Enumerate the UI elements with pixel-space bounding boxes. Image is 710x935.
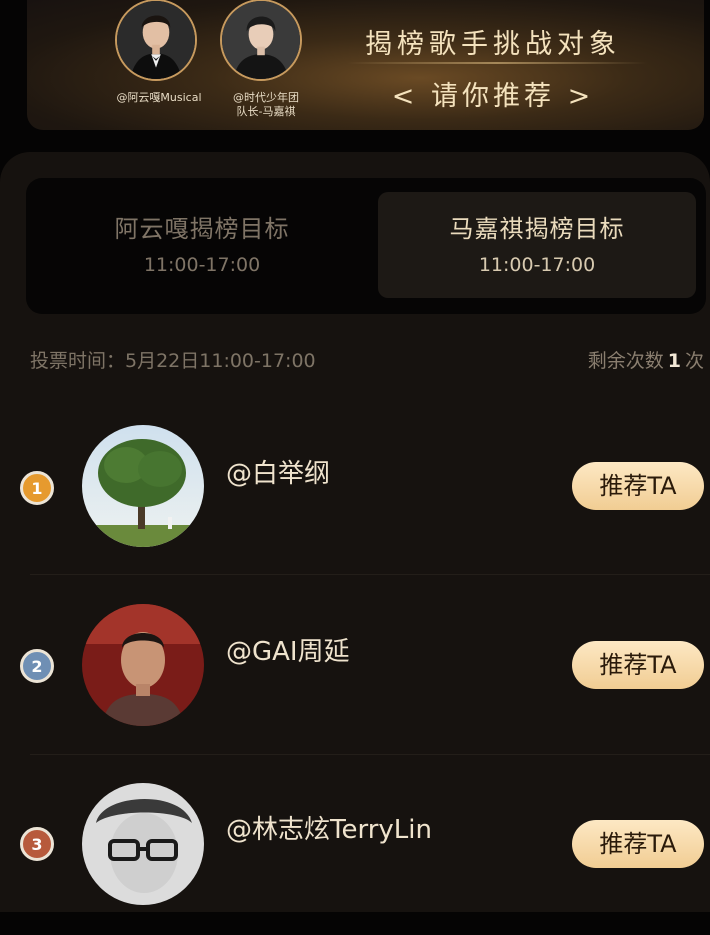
banner-title: 揭榜歌手挑战对象 [365, 29, 621, 60]
tab-time: 11:00-17:00 [143, 254, 261, 276]
recommend-button[interactable]: 推荐TA [572, 462, 704, 510]
tab-title: 马嘉祺揭榜目标 [449, 215, 625, 243]
vote-time-text: 投票时间：5月22日11:00-17:00 [30, 350, 316, 372]
tab-time: 11:00-17:00 [478, 254, 596, 276]
tab-title: 阿云嘎揭榜目标 [114, 215, 290, 243]
tab-majiaqi-target[interactable]: 马嘉祺揭榜目标 11:00-17:00 [378, 192, 696, 298]
avatar[interactable] [82, 783, 204, 905]
recommend-button[interactable]: 推荐TA [572, 820, 704, 868]
remaining-count: 1 [667, 350, 681, 372]
rank-badge: 3 [20, 827, 54, 861]
remaining-label: 剩余次数 [587, 350, 664, 372]
singer-name: @GAI周延 [226, 637, 350, 667]
star-avatar-majiaqi[interactable] [220, 0, 302, 81]
singer-name: @白举纲 [226, 459, 331, 489]
star-caption-majiaqi: @时代少年团 队长-马嘉祺 [233, 91, 299, 118]
avatar[interactable] [82, 425, 204, 547]
tab-ayunga-target[interactable]: 阿云嘎揭榜目标 11:00-17:00 [32, 192, 372, 298]
list-item: 1 @白举纲 推荐TA [0, 395, 710, 575]
avatar[interactable] [82, 604, 204, 726]
star-avatar-ayunga[interactable] [115, 0, 197, 81]
recommend-button[interactable]: 推荐TA [572, 641, 704, 689]
challenge-banner[interactable]: @阿云嘎Musical @时代少年团 队长-马嘉祺 揭榜歌手挑战对象 < 请你推… [27, 0, 704, 130]
remaining-votes: 剩余次数 1 次 [588, 346, 704, 373]
banner-subtitle: < 请你推荐 > [391, 81, 595, 112]
singer-name: @林志炫TerryLin [226, 815, 432, 845]
remaining-unit: 次 [684, 350, 704, 372]
target-tabs: 阿云嘎揭榜目标 11:00-17:00 马嘉祺揭榜目标 11:00-17:00 [26, 178, 706, 314]
rank-badge: 1 [20, 471, 54, 505]
list-item: 3 @林志炫TerryLin 推荐TA [0, 755, 710, 935]
list-item: 2 @GAI周延 推荐TA [0, 575, 710, 755]
rank-badge: 2 [20, 649, 54, 683]
star-caption-ayunga: @阿云嘎Musical [116, 91, 202, 104]
